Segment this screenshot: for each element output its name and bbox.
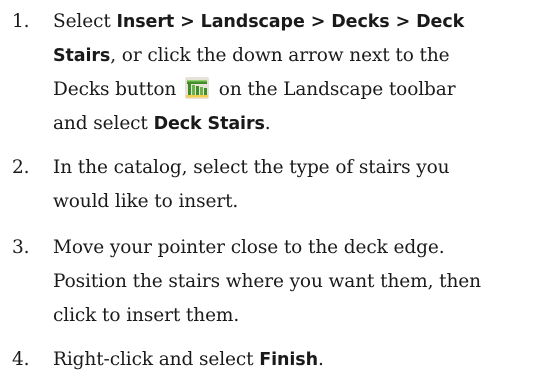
step-line: Stairs, or click the down arrow next to … — [53, 39, 553, 73]
step-text: Decks button — [53, 79, 182, 100]
step-text: on the Landscape toolbar — [213, 79, 456, 100]
step-text: Right-click and select — [53, 349, 260, 370]
step-text: . — [317, 349, 324, 370]
step-line: Right-click and select Finish. — [53, 343, 553, 377]
step-text: . — [264, 113, 271, 134]
decks-icon — [185, 77, 209, 99]
step-line: would like to insert. — [53, 191, 239, 212]
step-line: Position the stairs where you want them,… — [53, 271, 481, 292]
step-line: In the catalog, select the type of stair… — [53, 157, 450, 178]
step-body: Select Insert > Landscape > Decks > Deck… — [53, 5, 553, 141]
step-line: and select Deck Stairs. — [53, 107, 553, 141]
step-number: 1. — [12, 11, 30, 32]
menu-item: Deck Stairs — [153, 114, 265, 134]
step-body: Move your pointer close to the deck edge… — [53, 231, 553, 333]
step-body: Right-click and select Finish. — [53, 343, 553, 377]
menu-path: Stairs — [53, 46, 111, 66]
step-line: Decks button on the Landscape toolbar — [53, 73, 553, 107]
step-line: Select Insert > Landscape > Decks > Deck — [53, 5, 553, 39]
menu-item: Finish — [259, 350, 318, 370]
step-number: 4. — [12, 349, 30, 370]
step-text: , or click the down arrow next to the — [110, 45, 450, 66]
step-line: click to insert them. — [53, 305, 240, 326]
step-text: Select — [53, 11, 117, 32]
step-body: In the catalog, select the type of stair… — [53, 151, 553, 219]
step-number: 3. — [12, 237, 30, 258]
step-line: Move your pointer close to the deck edge… — [53, 237, 445, 258]
menu-path: Insert > Landscape > Decks > Deck — [116, 12, 465, 32]
step-number: 2. — [12, 157, 30, 178]
step-text: and select — [53, 113, 154, 134]
